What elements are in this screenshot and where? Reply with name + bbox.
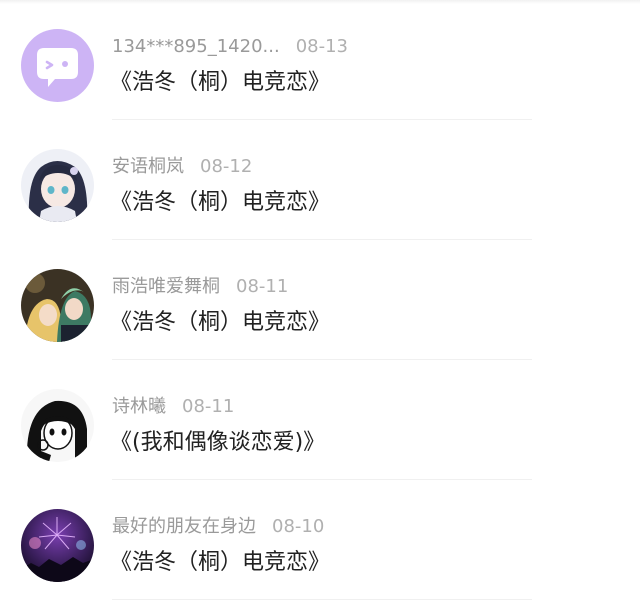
message-date: 08-13 [295,36,348,57]
list-item[interactable]: 诗林曦 08-11 《(我和偶像谈恋爱)》 [0,360,640,480]
message-meta: 最好的朋友在身边 08-10 [112,514,324,540]
sender-name[interactable]: 安语桐岚 [112,154,184,180]
message-meta: 诗林曦 08-11 [112,394,234,420]
sender-name[interactable]: 最好的朋友在身边 [112,514,256,540]
message-title[interactable]: 《(我和偶像谈恋爱)》 [110,427,325,459]
message-date: 08-11 [236,276,289,297]
message-title[interactable]: 《浩冬（桐）电竞恋》 [110,187,330,219]
sender-name[interactable]: 雨浩唯爱舞桐 [112,274,220,300]
list-item[interactable]: 安语桐岚 08-12 《浩冬（桐）电竞恋》 [0,120,640,240]
avatar[interactable] [21,509,94,582]
sender-name[interactable]: 诗林曦 [112,394,166,420]
sender-name[interactable]: 134***895_1420... [112,34,280,60]
message-meta: 安语桐岚 08-12 [112,154,252,180]
list-item[interactable]: 134***895_1420... 08-13 《浩冬（桐）电竞恋》 [0,0,640,120]
message-date: 08-11 [182,396,235,417]
message-meta: 雨浩唯爱舞桐 08-11 [112,274,288,300]
list-item[interactable]: 雨浩唯爱舞桐 08-11 《浩冬（桐）电竞恋》 [0,240,640,360]
fireworks-night-photo [21,509,94,582]
manga-girl-portrait [21,389,94,462]
avatar[interactable] [21,389,94,462]
message-title[interactable]: 《浩冬（桐）电竞恋》 [110,547,330,579]
avatar[interactable] [21,269,94,342]
message-meta: 134***895_1420... 08-13 [112,34,348,60]
anime-girl-portrait [21,149,94,222]
list-item[interactable]: 最好的朋友在身边 08-10 《浩冬（桐）电竞恋》 [0,480,640,600]
avatar[interactable] [21,29,94,102]
message-date: 08-12 [200,156,253,177]
anime-couple-portrait [21,269,94,342]
divider [112,599,532,600]
avatar[interactable] [21,149,94,222]
message-date: 08-10 [272,516,325,537]
message-title[interactable]: 《浩冬（桐）电竞恋》 [110,307,330,339]
message-title[interactable]: 《浩冬（桐）电竞恋》 [110,67,330,99]
chat-bubble-face-icon [21,29,94,102]
